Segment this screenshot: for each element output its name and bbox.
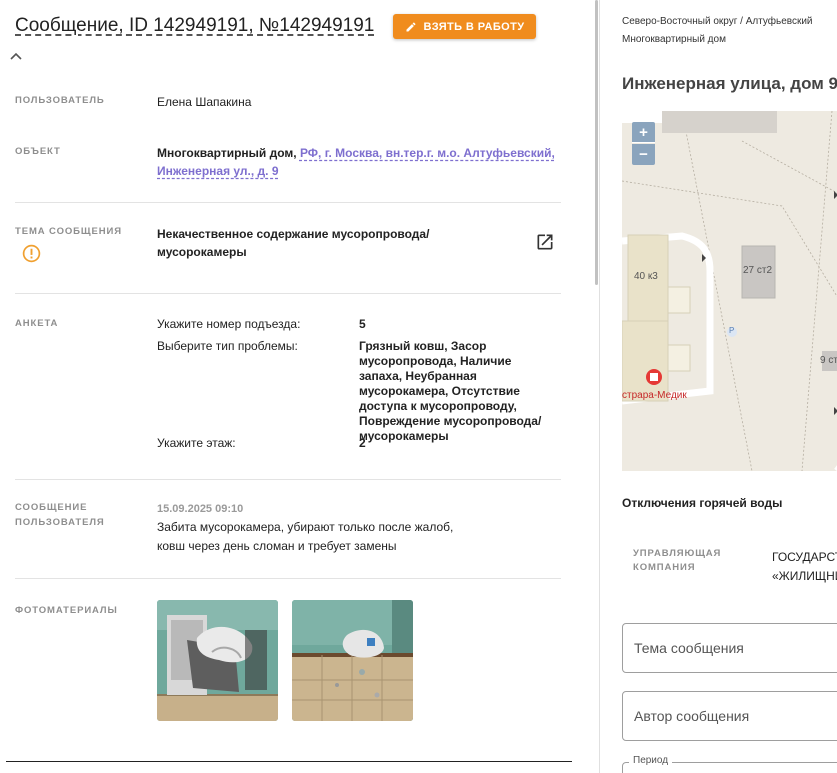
management-company-value: ГОСУДАРСТВЕННОЕ «ЖИЛИЩНИК: [772, 548, 837, 586]
divider: [15, 479, 561, 480]
divider: [6, 761, 572, 762]
object-value: Многоквартирный дом, РФ, г. Москва, вн.т…: [157, 144, 557, 180]
zoom-in-button[interactable]: +: [632, 122, 655, 143]
topic-value: Некачественное содержание мусоропровода/…: [157, 227, 430, 259]
zoom-out-button[interactable]: −: [632, 144, 655, 165]
take-to-work-button[interactable]: ВЗЯТЬ В РАБОТУ: [393, 14, 536, 39]
map-building-label: 27 ст2: [743, 265, 773, 276]
map[interactable]: + − 40 к3 27 ст2 9 ст стрaра-Медик P: [622, 111, 837, 471]
author-filter-field[interactable]: Автор сообщения: [622, 691, 837, 741]
survey-answer: 2: [359, 436, 366, 450]
period-label: Период: [629, 755, 673, 766]
object-address-title: Инженерная улица, дом 9: [622, 74, 837, 93]
divider: [15, 293, 561, 294]
breadcrumb-district[interactable]: Северо-Восточный округ / Алтуфьевский: [622, 13, 813, 31]
message-label: СООБЩЕНИЕ ПОЛЬЗОВАТЕЛЯ: [15, 502, 105, 528]
divider: [15, 202, 561, 203]
management-company-label: УПРАВЛЯЮЩАЯ КОМПАНИЯ: [633, 548, 722, 573]
user-value: Елена Шапакина: [157, 95, 252, 109]
message-details-panel: Сообщение, ID 142949191, №142949191 ВЗЯТ…: [0, 0, 600, 773]
breadcrumb: Северо-Восточный округ / Алтуфьевский Мн…: [622, 13, 813, 49]
management-company-line: «ЖИЛИЩНИК: [772, 569, 837, 583]
user-label: ПОЛЬЗОВАТЕЛЬ: [15, 95, 105, 106]
photos-label: ФОТОМАТЕРИАЛЫ: [15, 605, 118, 616]
object-info-panel: Северо-Восточный округ / Алтуфьевский Мн…: [601, 0, 837, 773]
open-external-icon[interactable]: [535, 232, 555, 252]
photo-thumbnail-2[interactable]: [292, 600, 413, 721]
warning-icon: [22, 244, 41, 263]
object-label: ОБЪЕКТ: [15, 146, 61, 157]
survey-answer: Грязный ковш, Засор мусоропровода, Налич…: [359, 339, 542, 443]
message-text: Забита мусорокамера, убирают только посл…: [157, 520, 454, 553]
message-date: 15.09.2025 09:10: [157, 503, 244, 515]
hot-water-outage-title: Отключения горячей воды: [622, 496, 783, 510]
topic-filter-field[interactable]: Тема сообщения: [622, 623, 837, 673]
page-title: Сообщение, ID 142949191, №142949191: [15, 15, 375, 36]
divider: [15, 578, 561, 579]
map-poi-label[interactable]: стрaра-Медик: [622, 390, 687, 401]
map-building-label: 9 ст: [820, 355, 837, 366]
topic-filter-placeholder: Тема сообщения: [634, 640, 744, 656]
take-to-work-label: ВЗЯТЬ В РАБОТУ: [423, 20, 525, 33]
survey-question: Укажите номер подъезда:: [157, 317, 301, 331]
scrollbar[interactable]: [595, 0, 598, 285]
survey-answer: 5: [359, 317, 366, 331]
breadcrumb-object-type: Многоквартирный дом: [622, 34, 726, 45]
object-type: Многоквартирный дом,: [157, 146, 297, 160]
author-filter-placeholder: Автор сообщения: [634, 708, 750, 724]
management-company-line: ГОСУДАРСТВЕННОЕ: [772, 550, 837, 564]
photo-thumbnail-1[interactable]: [157, 600, 278, 721]
survey-label: АНКЕТА: [15, 318, 59, 329]
survey-question: Выберите тип проблемы:: [157, 339, 298, 353]
pencil-icon: [406, 21, 416, 31]
topic-label: ТЕМА СООБЩЕНИЯ: [15, 226, 122, 237]
map-canvas[interactable]: [622, 111, 837, 471]
map-building-label: 40 к3: [634, 271, 658, 282]
survey-question: Укажите этаж:: [157, 436, 236, 450]
chevron-up-icon[interactable]: [9, 50, 23, 62]
parking-icon: P: [729, 326, 735, 335]
